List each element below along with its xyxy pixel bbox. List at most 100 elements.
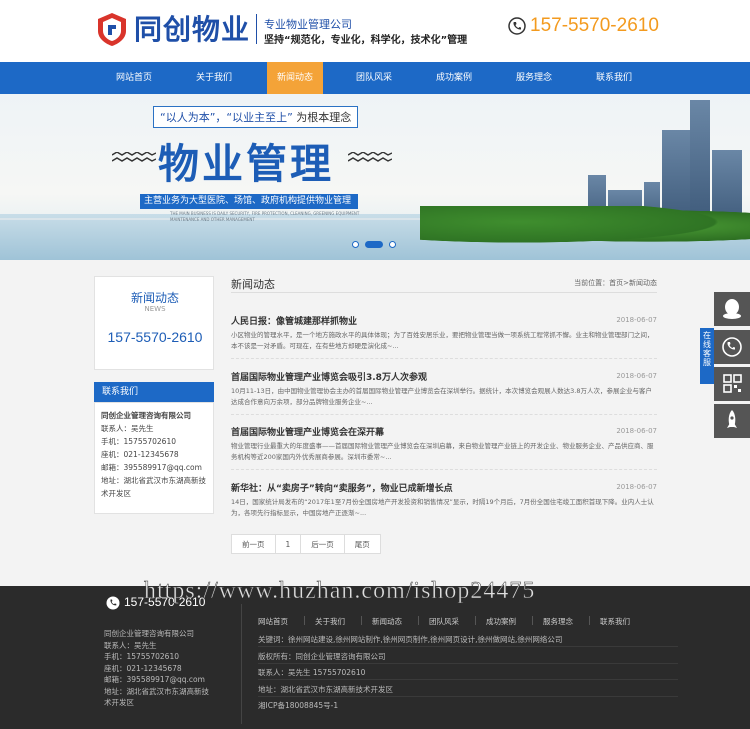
news-summary: 物业管理行业最重大的年度盛事——首届国际物业管理产业博览会在深圳启幕，来自物业管… [231,442,654,461]
footer-contact-person: 联系人：吴先生 15755702610 [258,666,678,680]
nav-team[interactable]: 团队风采 [334,62,414,94]
phone-icon [508,17,526,35]
footer-contact: 同创企业管理咨询有限公司 联系人：吴先生 手机：15755702610 座机：0… [104,628,234,709]
rocket-icon [727,410,737,428]
footer-contact-line: 座机：021-12345678 [104,663,182,673]
prev-page-button[interactable]: 前一页 [231,534,276,554]
site-footer: 157-5570-2610 同创企业管理咨询有限公司 联系人：吴先生 手机：15… [0,586,750,729]
banner-english-text: THE MAIN BUSINESS IS DAILY SECURITY, FIR… [170,211,360,222]
page-number-button[interactable]: 1 [274,534,302,554]
news-date: 2018-06-07 [616,483,657,491]
call-button[interactable] [714,330,750,364]
banner-title: 物业管理 [158,140,334,188]
sidebar-news-box: 新闻动态 NEWS 157-5570-2610 [94,276,214,370]
contact-address: 地址：湖北省武汉市东湖高新技术开发区 [101,476,206,498]
news-date: 2018-06-07 [616,316,657,324]
news-divider [231,414,657,415]
footer-nav-service[interactable]: 服务理念 [543,616,573,627]
news-title[interactable]: 新华社：从“卖房子”转向“卖服务”，物业已成新增长点 [231,481,453,494]
footer-contact-line: 同创企业管理咨询有限公司 [104,629,194,638]
contact-heading: 联系我们 [94,382,214,402]
contact-email: 邮箱：395589917@qq.com [101,463,202,472]
footer-contact-line: 手机：15755702610 [104,652,179,661]
news-divider [231,469,657,470]
next-page-button[interactable]: 后一页 [300,534,345,554]
waves-icon [112,152,156,162]
footer-nav-news[interactable]: 新闻动态 [372,616,402,627]
news-title[interactable]: 首届国际物业管理产业博览会在深开幕 [231,425,384,438]
footer-nav-separator [304,616,305,625]
waves-icon [348,152,392,162]
slider-dot[interactable] [352,241,359,248]
footer-contact-line: 地址：湖北省武汉市东湖高新技 [104,686,209,696]
qrcode-button[interactable] [714,367,750,401]
nav-about[interactable]: 关于我们 [174,62,254,94]
slider-dot-active[interactable] [365,241,383,248]
header-motto: 坚持“规范化，专业化，科学化，技术化”管理 [264,35,468,46]
news-date: 2018-06-07 [616,372,657,380]
footer-nav: 网站首页 关于我们 新闻动态 团队风采 成功案例 服务理念 联系我们 [258,616,658,628]
breadcrumb[interactable]: 当前位置：首页>新闻动态 [574,278,657,288]
footer-contact-line: 邮箱：395589917@qq.com [104,675,205,684]
footer-address: 地址：湖北省武汉市东湖高新技术开发区 [258,683,678,697]
banner-tagline-rest: 为根本理念 [296,111,352,124]
footer-contact-line: 联系人：吴先生 [104,640,157,650]
qq-icon [723,299,741,319]
footer-nav-separator [532,616,533,625]
nav-home[interactable]: 网站首页 [94,62,174,94]
header-phone-number: 157-5570-2610 [530,15,659,36]
slider-dot[interactable] [389,241,396,248]
footer-keywords: 关键词：徐州网站建设,徐州网站制作,徐州网页制作,徐州网页设计,徐州做网站,徐州… [258,633,678,647]
footer-nav-team[interactable]: 团队风采 [429,616,459,627]
news-item[interactable]: 人民日报：像管城建那样抓物业 2018-06-07 小区物业的管理水平，是一个地… [231,314,657,360]
online-service-tab[interactable]: 在线客服 [700,328,714,384]
qrcode-icon [723,374,742,393]
nav-contact[interactable]: 联系我们 [574,62,654,94]
last-page-button[interactable]: 尾页 [343,534,381,554]
footer-nav-separator [589,616,590,625]
contact-tel: 座机：021-12345678 [101,450,179,459]
qq-button[interactable] [714,292,750,326]
banner-business-strip: 主营业务为大型医院、场馆、政府机构提供物业管理 [140,194,358,209]
nav-cases[interactable]: 成功案例 [414,62,494,94]
news-date: 2018-06-07 [616,427,657,435]
footer-contact-line: 术开发区 [104,698,134,707]
sidebar-title: 新闻动态 [130,291,179,305]
news-title[interactable]: 首届国际物业管理产业博览会吸引3.8万人次参观 [231,370,427,383]
footer-icp[interactable]: 湘ICP备18008845号-1 [258,699,678,713]
header-divider [256,14,257,44]
logo-icon [98,13,126,46]
footer-nav-contact[interactable]: 联系我们 [600,616,630,627]
phone-icon [106,596,120,610]
hero-banner[interactable]: “以人为本”，“以业主至上” 为根本理念 物业管理 主营业务为大型医院、场馆、政… [0,94,750,260]
sidebar-phone: 157-5570-2610 [107,329,203,345]
contact-mobile: 手机：15755702610 [101,437,176,446]
news-summary: 10月11-13日，由中国物业管理协会主办的首届国际物业管理产业博览会在深圳举行… [231,387,652,406]
footer-info: 关键词：徐州网站建设,徐州网站制作,徐州网页制作,徐州网页设计,徐州做网站,徐州… [258,633,678,716]
brand-name[interactable]: 同创物业 [134,8,250,48]
sidebar-subtitle: NEWS [144,305,166,313]
header-slogan: 专业物业管理公司 [264,18,352,31]
footer-nav-separator [475,616,476,625]
footer-nav-home[interactable]: 网站首页 [258,616,288,627]
footer-nav-separator [361,616,362,625]
news-item[interactable]: 新华社：从“卖房子”转向“卖服务”，物业已成新增长点 2018-06-07 14… [231,481,657,527]
back-to-top-button[interactable] [714,404,750,438]
news-divider [231,358,657,359]
banner-tagline-quote: “以人为本”，“以业主至上” [160,111,293,124]
news-item[interactable]: 首届国际物业管理产业博览会吸引3.8万人次参观 2018-06-07 10月11… [231,370,657,416]
footer-nav-about[interactable]: 关于我们 [315,616,345,627]
news-title[interactable]: 人民日报：像管城建那样抓物业 [231,314,357,327]
footer-copyright: 版权所有：同创企业管理咨询有限公司 [258,650,678,664]
nav-service[interactable]: 服务理念 [494,62,574,94]
title-divider [231,292,657,293]
footer-nav-separator [418,616,419,625]
nav-news[interactable]: 新闻动态 [267,62,323,94]
news-item[interactable]: 首届国际物业管理产业博览会在深开幕 2018-06-07 物业管理行业最重大的年… [231,425,657,471]
contact-info: 同创企业管理咨询有限公司 联系人：吴先生 手机：15755702610 座机：0… [94,402,214,514]
main-nav: 网站首页 关于我们 新闻动态 团队风采 成功案例 服务理念 联系我们 [0,62,750,94]
pagination: 前一页 1 后一页 尾页 [231,534,381,554]
footer-nav-cases[interactable]: 成功案例 [486,616,516,627]
contact-company: 同创企业管理咨询有限公司 [101,411,191,420]
banner-tagline: “以人为本”，“以业主至上” 为根本理念 [153,106,359,128]
